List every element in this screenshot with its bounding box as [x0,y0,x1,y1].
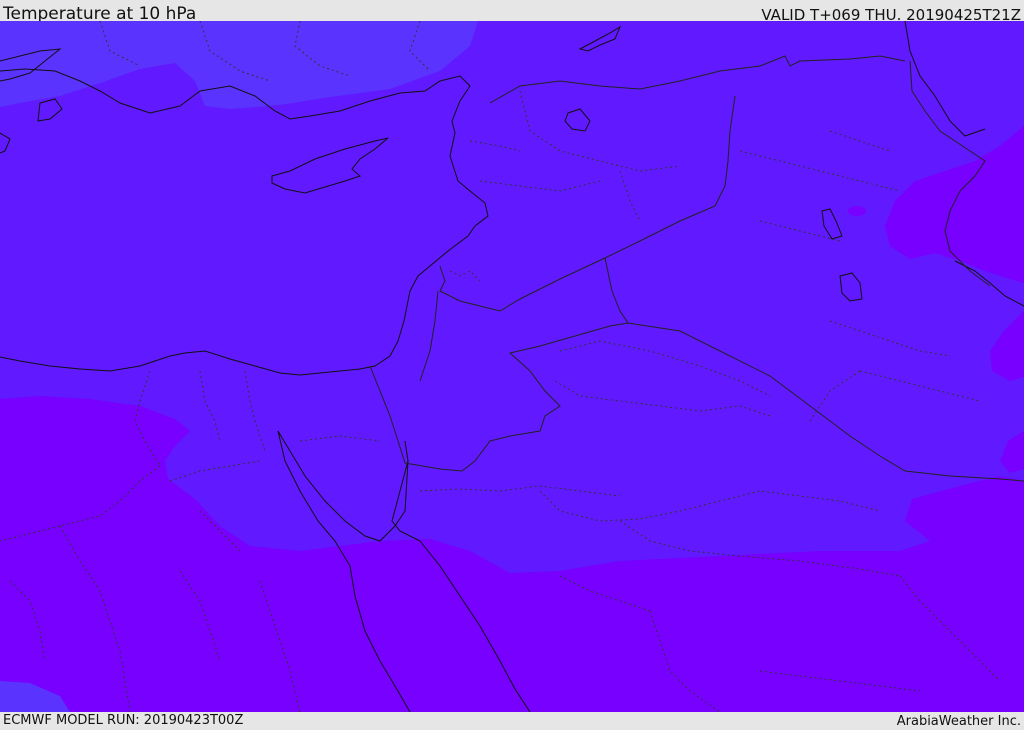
credit-label: ArabiaWeather Inc. [896,714,1021,729]
temperature-map[interactable] [0,21,1024,712]
temperature-band-warm-spot [848,206,866,216]
footer-bar: ECMWF MODEL RUN: 20190423T00Z ArabiaWeat… [0,712,1024,729]
header-bar: Temperature at 10 hPa VALID T+069 THU. 2… [0,0,1024,24]
map-canvas [0,21,1024,712]
model-run-label: ECMWF MODEL RUN: 20190423T00Z [3,713,244,728]
